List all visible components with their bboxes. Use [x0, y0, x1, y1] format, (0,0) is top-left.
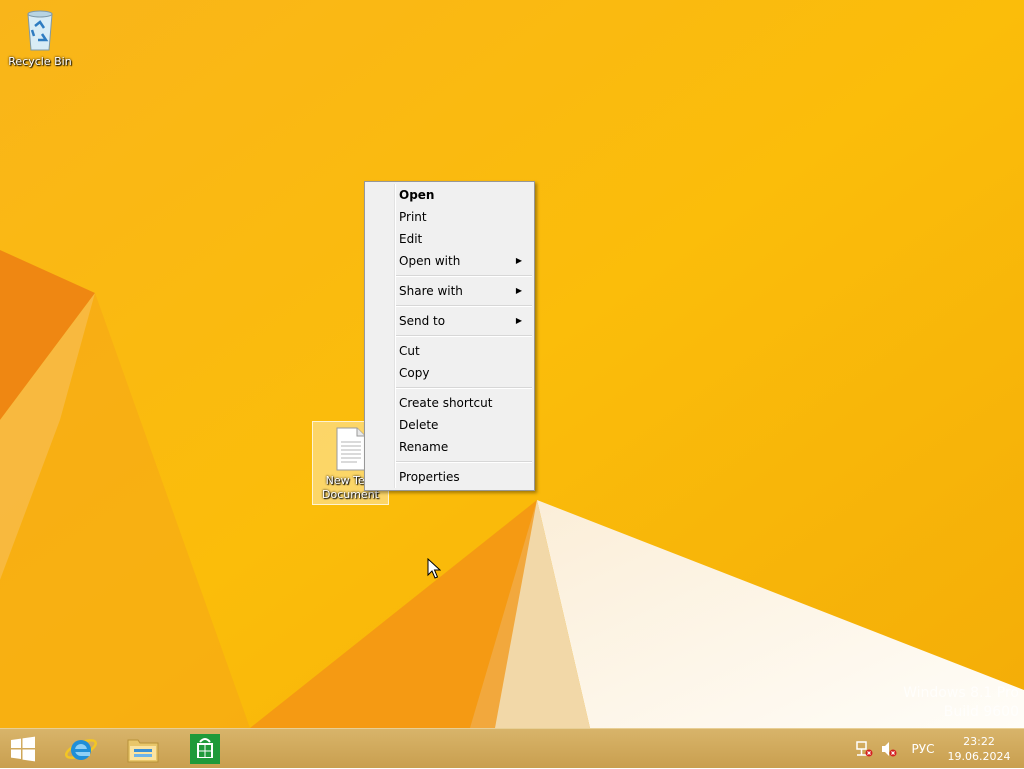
- menu-item-open-with[interactable]: Open with ▶: [365, 250, 534, 272]
- internet-explorer-icon: [65, 739, 97, 760]
- clock-date: 19.06.2024: [947, 750, 1011, 763]
- menu-item-label: Open with: [399, 254, 461, 268]
- menu-separator: [395, 275, 532, 277]
- clock-time: 23:22: [963, 735, 995, 748]
- language-indicator[interactable]: РУС: [906, 729, 940, 769]
- menu-item-share-with[interactable]: Share with ▶: [365, 280, 534, 302]
- context-menu: Open Print Edit Open with ▶ Share with ▶ S…: [364, 181, 535, 491]
- recycle-bin-icon: [27, 10, 53, 51]
- menu-item-rename[interactable]: Rename: [365, 436, 534, 458]
- menu-item-label: Properties: [399, 470, 460, 484]
- file-explorer-icon: [127, 739, 159, 763]
- taskbar: РУС 23:22 19.06.2024: [0, 728, 1024, 768]
- mouse-cursor-icon: [427, 558, 441, 579]
- menu-item-label: Create shortcut: [399, 396, 493, 410]
- volume-button[interactable]: [880, 729, 898, 769]
- menu-item-label: Print: [399, 210, 427, 224]
- menu-item-label: Cut: [399, 344, 420, 358]
- menu-item-label: Open: [399, 188, 435, 202]
- menu-item-print[interactable]: Print: [365, 206, 534, 228]
- menu-item-create-shortcut[interactable]: Create shortcut: [365, 392, 534, 414]
- recycle-bin-shortcut[interactable]: Recycle Bin: [2, 6, 78, 69]
- menu-item-label: Send to: [399, 314, 446, 328]
- menu-item-label: Copy: [399, 366, 430, 380]
- menu-item-delete[interactable]: Delete: [365, 414, 534, 436]
- clock[interactable]: 23:22 19.06.2024: [944, 729, 1014, 769]
- desktop[interactable]: Recycle Bin New Text Document Windows 8.…: [0, 0, 1024, 728]
- store-button[interactable]: [182, 729, 228, 769]
- menu-item-label: Rename: [399, 440, 449, 454]
- menu-item-copy[interactable]: Copy: [365, 362, 534, 384]
- network-status-button[interactable]: [855, 729, 873, 769]
- menu-separator: [395, 461, 532, 463]
- volume-muted-icon: [882, 742, 897, 757]
- menu-item-label: Share with: [399, 284, 463, 298]
- start-button[interactable]: [0, 729, 46, 769]
- windows-logo-icon: [11, 736, 35, 762]
- menu-separator: [395, 305, 532, 307]
- internet-explorer-button[interactable]: [58, 729, 104, 769]
- submenu-arrow-icon: ▶: [515, 256, 522, 265]
- network-icon: [856, 741, 873, 757]
- text-file-icon: [336, 427, 365, 471]
- menu-separator: [395, 387, 532, 389]
- menu-item-properties[interactable]: Properties: [365, 466, 534, 488]
- store-icon: [190, 734, 220, 764]
- submenu-arrow-icon: ▶: [515, 316, 522, 325]
- recycle-bin-label: Recycle Bin: [8, 55, 72, 68]
- menu-item-send-to[interactable]: Send to ▶: [365, 310, 534, 332]
- windows-watermark: Windows 8.1 Pro Build 9600: [903, 684, 1019, 722]
- submenu-arrow-icon: ▶: [515, 286, 522, 295]
- menu-item-label: Delete: [399, 418, 439, 432]
- menu-separator: [395, 335, 532, 337]
- menu-item-label: Edit: [399, 232, 423, 246]
- menu-item-cut[interactable]: Cut: [365, 340, 534, 362]
- file-explorer-button[interactable]: [120, 729, 166, 769]
- menu-item-open[interactable]: Open: [365, 184, 534, 206]
- watermark-edition: Windows 8.1 Pro: [903, 685, 1019, 701]
- menu-item-edit[interactable]: Edit: [365, 228, 534, 250]
- watermark-build: Build 9600: [943, 704, 1019, 720]
